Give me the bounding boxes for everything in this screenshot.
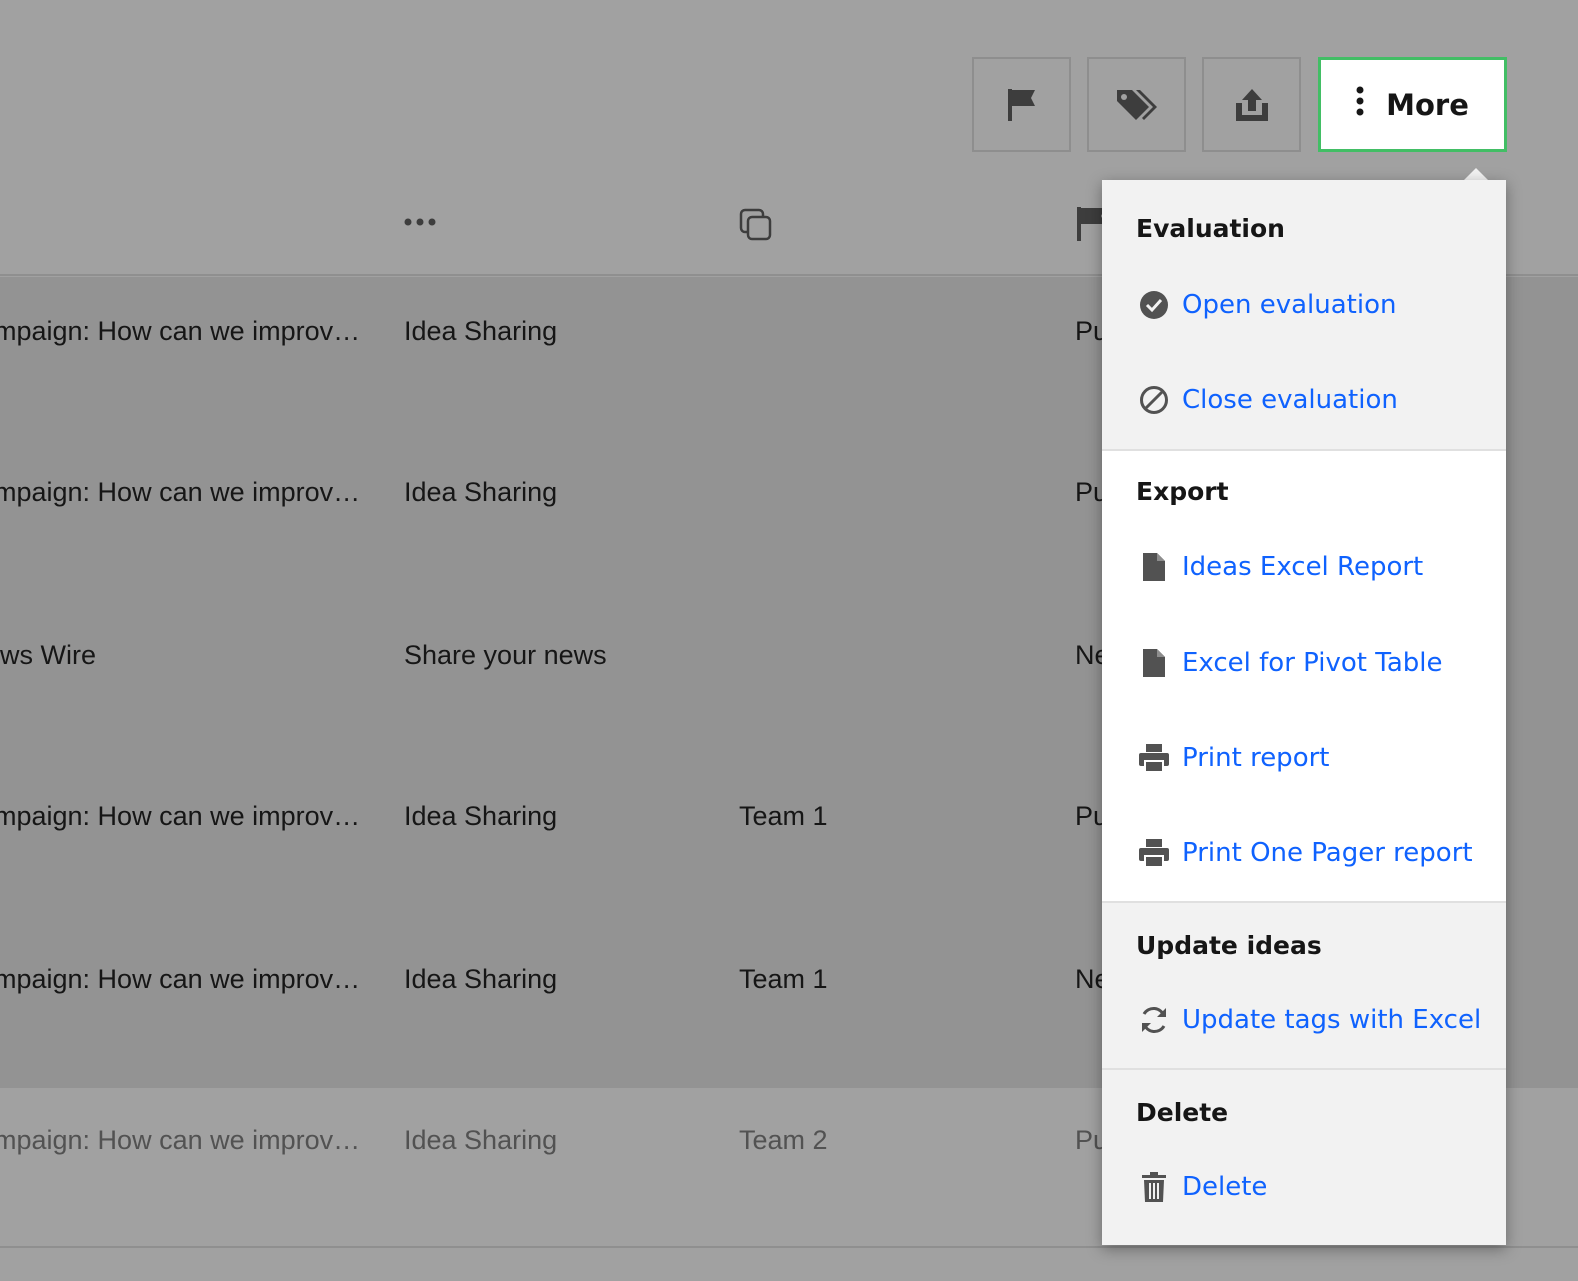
flag-button[interactable]: [972, 57, 1071, 152]
refresh-icon: [1136, 1002, 1172, 1038]
menu-item-label: Ideas Excel Report: [1182, 552, 1424, 582]
cell-team: Team 2: [739, 1125, 828, 1155]
section-title-evaluation: Evaluation: [1136, 214, 1285, 243]
cell-community: Idea Sharing: [404, 801, 558, 831]
cell-campaign: mpaign: How can we improv…: [0, 1125, 361, 1155]
page: More mpaign: How can we improv… Idea Sha…: [0, 0, 1578, 1281]
more-button[interactable]: More: [1318, 57, 1507, 152]
trash-icon: [1136, 1169, 1172, 1205]
table-bottom-border: [0, 1246, 1578, 1248]
blocked-icon: [1136, 382, 1172, 418]
menu-item-excel-pivot-table[interactable]: Excel for Pivot Table: [1136, 641, 1442, 685]
checkmark-filled-icon: [1136, 287, 1172, 323]
menu-item-open-evaluation[interactable]: Open evaluation: [1136, 283, 1396, 327]
cell-campaign: ws Wire: [0, 640, 96, 670]
overflow-menu-vertical-icon: [1356, 86, 1364, 123]
cell-campaign: mpaign: How can we improv…: [0, 316, 361, 346]
tag-icon: [1115, 87, 1159, 123]
menu-item-label: Excel for Pivot Table: [1182, 648, 1443, 678]
export-button[interactable]: [1202, 57, 1301, 152]
more-button-label: More: [1386, 87, 1469, 122]
cell-campaign: mpaign: How can we improv…: [0, 801, 361, 831]
section-title-delete: Delete: [1136, 1098, 1229, 1127]
menu-item-update-tags-excel[interactable]: Update tags with Excel: [1136, 998, 1481, 1042]
more-dropdown-menu: Evaluation Open evaluation Close evaluat…: [1102, 180, 1506, 1245]
section-title-update-ideas: Update ideas: [1136, 931, 1322, 960]
menu-item-label: Close evaluation: [1182, 385, 1398, 415]
cell-community: Idea Sharing: [404, 316, 558, 346]
menu-item-label: Update tags with Excel: [1182, 1005, 1482, 1035]
copy-icon[interactable]: [739, 208, 773, 247]
section-export: Export Ideas Excel Report Excel for Pivo…: [1102, 451, 1506, 901]
printer-icon: [1136, 740, 1172, 776]
overflow-menu-horizontal-icon[interactable]: [404, 214, 436, 232]
menu-item-delete[interactable]: Delete: [1136, 1165, 1267, 1209]
cell-team: Team 1: [739, 801, 828, 831]
menu-item-label: Open evaluation: [1182, 290, 1397, 320]
menu-item-label: Print One Pager report: [1182, 838, 1473, 868]
menu-item-close-evaluation[interactable]: Close evaluation: [1136, 378, 1398, 422]
cell-community: Idea Sharing: [404, 964, 558, 994]
menu-item-label: Print report: [1182, 743, 1330, 773]
cell-team: Team 1: [739, 964, 828, 994]
cell-community: Share your news: [404, 640, 607, 670]
export-icon: [1234, 87, 1270, 123]
section-evaluation: Evaluation Open evaluation Close evaluat…: [1102, 180, 1506, 449]
cell-campaign: mpaign: How can we improv…: [0, 477, 361, 507]
printer-icon: [1136, 835, 1172, 871]
document-icon: [1136, 645, 1172, 681]
section-delete: Delete Delete: [1102, 1070, 1506, 1245]
section-title-export: Export: [1136, 477, 1229, 506]
menu-item-print-report[interactable]: Print report: [1136, 736, 1329, 780]
menu-item-print-one-pager-report[interactable]: Print One Pager report: [1136, 831, 1473, 875]
flag-icon: [1006, 87, 1038, 123]
document-icon: [1136, 549, 1172, 585]
section-update-ideas: Update ideas Update tags with Excel: [1102, 903, 1506, 1068]
tag-button[interactable]: [1087, 57, 1186, 152]
cell-community: Idea Sharing: [404, 477, 558, 507]
menu-item-label: Delete: [1182, 1172, 1268, 1202]
menu-item-ideas-excel-report[interactable]: Ideas Excel Report: [1136, 545, 1423, 589]
cell-campaign: mpaign: How can we improv…: [0, 964, 361, 994]
cell-community: Idea Sharing: [404, 1125, 558, 1155]
